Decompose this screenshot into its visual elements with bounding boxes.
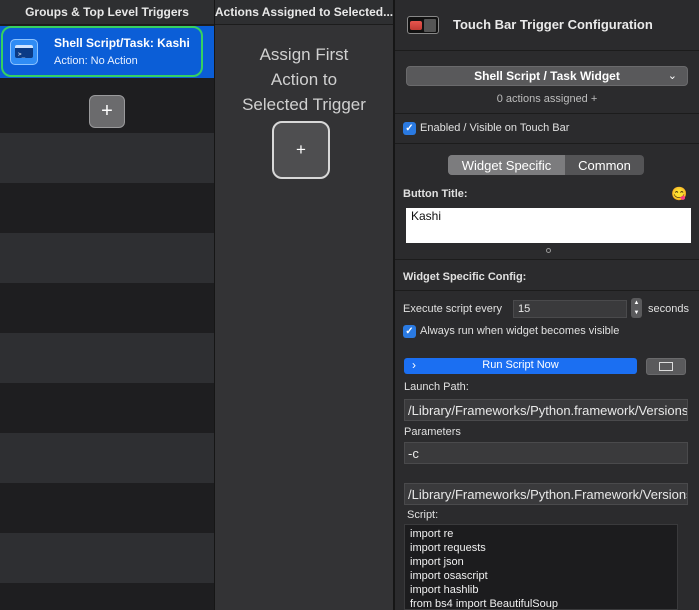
triggers-header: Groups & Top Level Triggers [0, 0, 214, 25]
terminal-icon: >_ [10, 39, 38, 65]
script-line: import json [410, 556, 464, 568]
list-row [0, 533, 214, 583]
widget-type-select[interactable]: Shell Script / Task Widget ⌄ [406, 66, 688, 86]
list-row [0, 583, 214, 610]
enabled-checkbox[interactable]: ✓ [403, 122, 416, 135]
list-row [0, 283, 214, 333]
script-line: import requests [410, 542, 486, 554]
launch-path-input[interactable]: /Library/Frameworks/Python.framework/Ver… [404, 399, 688, 421]
script-line: import re [410, 528, 454, 540]
script-line: from bs4 import BeautifulSoup [410, 598, 558, 610]
separator [395, 290, 699, 291]
actions-header: Actions Assigned to Selected... [215, 0, 393, 25]
trigger-subtitle: Action: No Action [54, 55, 138, 67]
always-run-checkbox[interactable]: ✓ [403, 325, 416, 338]
separator [395, 113, 699, 114]
list-row [0, 183, 214, 233]
script-line: import osascript [410, 570, 488, 582]
expand-window-button[interactable] [646, 358, 686, 375]
list-row [0, 383, 214, 433]
seconds-label: seconds [648, 303, 689, 315]
widget-type-value: Shell Script / Task Widget [474, 69, 620, 83]
window-icon [659, 362, 673, 371]
tab-common[interactable]: Common [565, 155, 644, 175]
list-row [0, 233, 214, 283]
enabled-label: Enabled / Visible on Touch Bar [420, 122, 570, 134]
touchbar-icon [407, 16, 439, 34]
script-editor[interactable]: import re import requests import json im… [404, 524, 678, 610]
execute-every-label: Execute script every [403, 303, 503, 315]
triggers-panel: Groups & Top Level Triggers >_ Shell Scr… [0, 0, 214, 610]
always-run-label: Always run when widget becomes visible [420, 325, 620, 337]
resize-handle[interactable] [546, 248, 551, 253]
script-line: import hashlib [410, 584, 479, 596]
interval-stepper[interactable]: ▲ ▼ [631, 298, 642, 318]
launch-path-label: Launch Path: [404, 381, 469, 393]
config-title: Touch Bar Trigger Configuration [453, 17, 653, 32]
add-trigger-button[interactable]: + [89, 95, 125, 128]
separator [395, 143, 699, 144]
interpreter-path-input[interactable]: /Library/Frameworks/Python.Framework/Ver… [404, 483, 688, 505]
actions-assigned-link[interactable]: 0 actions assigned + [395, 93, 699, 105]
list-row [0, 333, 214, 383]
list-row [0, 433, 214, 483]
separator [395, 259, 699, 260]
widget-config-label: Widget Specific Config: [403, 271, 527, 283]
assign-hint-line: Assign First [259, 45, 349, 64]
trigger-title: Shell Script/Task: Kashi [54, 36, 190, 50]
chevron-down-icon: ⌄ [667, 70, 677, 82]
separator [395, 50, 699, 51]
emoji-picker-icon[interactable]: 😋 [671, 186, 687, 202]
tab-widget-specific[interactable]: Widget Specific [448, 155, 565, 175]
button-title-label: Button Title: [403, 188, 468, 200]
config-panel: Touch Bar Trigger Configuration Shell Sc… [395, 0, 699, 610]
selection-arrow [204, 43, 212, 59]
stepper-up-icon[interactable]: ▲ [634, 300, 640, 306]
assign-hint-line: Action to [270, 70, 338, 89]
assign-hint-line: Selected Trigger [242, 95, 366, 114]
run-script-label: Run Script Now [482, 359, 559, 371]
config-tabs: Widget Specific Common [448, 155, 644, 175]
script-label: Script: [407, 509, 439, 521]
assign-hint: Assign First Action to Selected Trigger [215, 42, 393, 117]
button-title-field[interactable]: Kashi [406, 208, 691, 243]
list-row [0, 133, 214, 183]
add-action-button[interactable]: + [272, 121, 330, 179]
execute-interval-input[interactable]: 15 [513, 300, 627, 318]
run-script-button[interactable]: › Run Script Now [404, 358, 637, 374]
actions-panel: Actions Assigned to Selected... Assign F… [215, 0, 393, 610]
list-row [0, 483, 214, 533]
parameters-label: Parameters [404, 426, 461, 438]
parameters-input[interactable]: -c [404, 442, 688, 464]
stepper-down-icon[interactable]: ▼ [634, 310, 640, 316]
